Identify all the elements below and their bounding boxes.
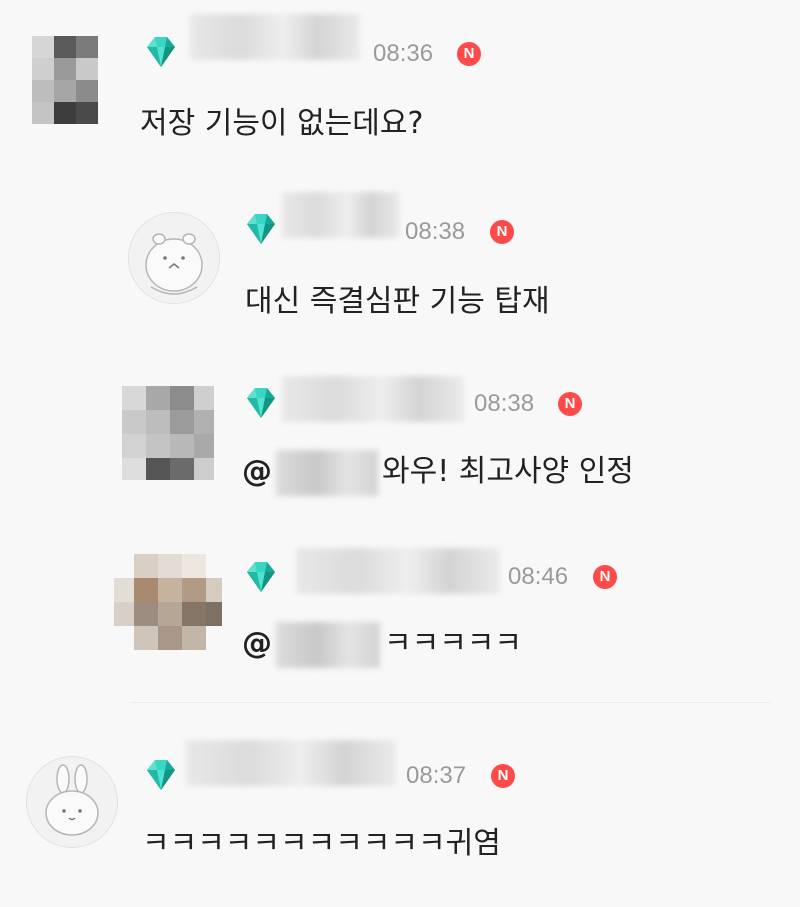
comment-text: ㅋㅋㅋㅋㅋ — [384, 626, 522, 661]
diamond-icon — [147, 760, 175, 790]
section-divider — [130, 702, 770, 703]
mention-prefix: @ — [242, 454, 272, 489]
nickname-blurred[interactable] — [190, 14, 360, 60]
new-badge-icon: N — [593, 565, 617, 589]
diamond-icon — [147, 37, 175, 67]
avatar-blurred-image — [8, 12, 128, 132]
comment-time: 08:38 — [474, 390, 535, 417]
avatar[interactable] — [128, 212, 220, 304]
comment-text: ㅋㅋㅋㅋㅋㅋㅋㅋㅋㅋㅋ귀염 — [142, 826, 501, 861]
mention-user-blurred[interactable] — [276, 621, 380, 668]
nickname-blurred[interactable] — [282, 192, 400, 238]
avatar-blurred-image — [108, 548, 226, 656]
hippo-avatar-icon — [129, 213, 219, 303]
new-badge-icon: N — [491, 764, 515, 788]
nickname-blurred[interactable] — [296, 548, 500, 594]
mention-prefix: @ — [242, 626, 272, 661]
new-badge-icon: N — [558, 392, 582, 416]
comment-time: 08:38 — [405, 218, 466, 245]
avatar-blurred-image — [118, 370, 218, 482]
comment-time: 08:37 — [406, 762, 467, 789]
comment-text: 대신 즉결심판 기능 탑재 — [245, 284, 550, 319]
nickname-blurred[interactable] — [282, 376, 464, 422]
avatar[interactable] — [26, 756, 118, 848]
mention-user-blurred[interactable] — [276, 449, 378, 496]
comment-text-line: @ ㅋㅋㅋㅋㅋ — [242, 618, 522, 668]
comment-text: 와우! 최고사양 인정 — [382, 454, 634, 489]
new-badge-icon: N — [457, 42, 481, 66]
comment-time: 08:36 — [373, 40, 434, 67]
diamond-icon — [247, 214, 275, 244]
new-badge-icon: N — [490, 220, 514, 244]
diamond-icon — [247, 562, 275, 592]
avatar[interactable] — [108, 548, 226, 656]
comment-text-line: @ 와우! 최고사양 인정 — [242, 446, 634, 496]
avatar[interactable] — [8, 12, 128, 132]
nickname-blurred[interactable] — [186, 740, 396, 786]
comment-time: 08:46 — [508, 563, 569, 590]
rabbit-avatar-icon — [27, 757, 117, 847]
diamond-icon — [247, 388, 275, 418]
comment-text: 저장 기능이 없는데요? — [140, 106, 424, 141]
avatar[interactable] — [118, 370, 218, 482]
